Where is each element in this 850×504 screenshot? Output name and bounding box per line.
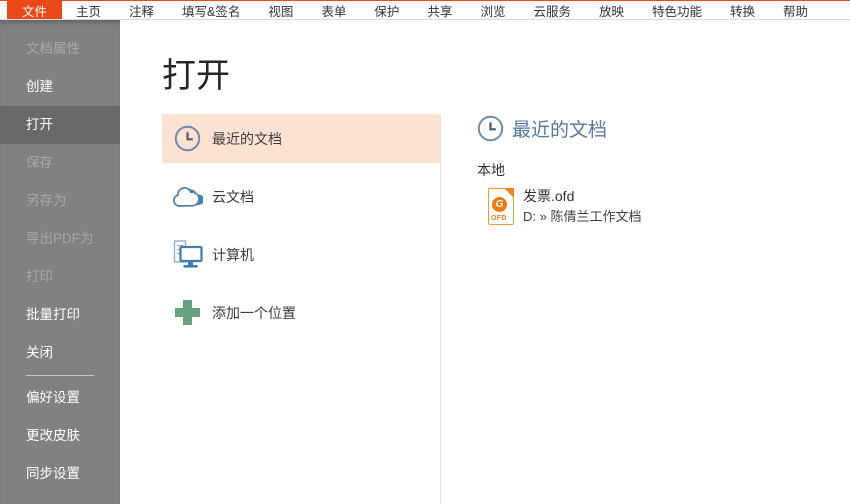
open-item-recent-documents[interactable]: 最近的文档 [162, 114, 440, 163]
sidebar-item-export-pdf: 导出PDF为 [26, 231, 94, 246]
recent-group-local: 本地 [477, 162, 505, 178]
ofd-file-icon: G OFD [488, 188, 514, 225]
open-item-cloud-documents[interactable]: 云文档 [162, 172, 440, 221]
menu-bar: 文件 主页 注释 填写&签名 视图 表单 保护 共享 浏览 云服务 放映 特色功… [0, 0, 850, 20]
sidebar-item-create[interactable]: 创建 [0, 68, 120, 106]
folded-corner-icon [504, 188, 514, 198]
open-item-add-place[interactable]: 添加一个位置 [162, 288, 440, 337]
sidebar-item-change-skin[interactable]: 更改皮肤 [0, 417, 120, 455]
open-item-label: 计算机 [212, 246, 254, 263]
sidebar-item-print: 打印 [26, 269, 53, 284]
tab-protect[interactable]: 保护 [360, 1, 413, 19]
open-item-label: 云文档 [212, 188, 254, 205]
open-item-computer[interactable]: 计算机 [162, 230, 440, 279]
open-location-list: 最近的文档 云文档 计算机 添加一个位置 [162, 114, 440, 337]
tab-browse[interactable]: 浏览 [466, 1, 519, 19]
sidebar-item-save-as: 另存为 [26, 193, 67, 208]
app-window: 文件 主页 注释 填写&签名 视图 表单 保护 共享 浏览 云服务 放映 特色功… [0, 0, 850, 504]
plus-icon [172, 299, 203, 326]
open-item-label: 添加一个位置 [212, 304, 296, 321]
recent-documents-panel: 最近的文档 本地 G OFD 发票.ofd D: » 陈倩兰工作文档 [477, 115, 827, 225]
cloud-icon [172, 186, 203, 208]
panel-divider [440, 114, 441, 504]
tab-slideshow[interactable]: 放映 [585, 1, 638, 19]
tab-share[interactable]: 共享 [413, 1, 466, 19]
tab-convert[interactable]: 转换 [716, 1, 769, 19]
sidebar-item-doc-properties: 文档属性 [26, 41, 80, 56]
clock-icon [477, 115, 504, 142]
tab-home[interactable]: 主页 [62, 1, 115, 19]
open-item-label: 最近的文档 [212, 130, 282, 147]
backstage-sidebar: 文档属性 创建 打开 保存 另存为 导出PDF为 打印 批量打印 关闭 偏好设置… [0, 20, 120, 504]
tab-help[interactable]: 帮助 [769, 1, 822, 19]
computer-icon [172, 240, 203, 269]
recent-file-path: D: » 陈倩兰工作文档 [523, 209, 642, 224]
tab-fill-sign[interactable]: 填写&签名 [168, 1, 254, 19]
clock-icon [172, 125, 203, 152]
tab-special-features[interactable]: 特色功能 [638, 1, 716, 19]
backstage-body: 文档属性 创建 打开 保存 另存为 导出PDF为 打印 批量打印 关闭 偏好设置… [0, 20, 850, 504]
sidebar-item-save: 保存 [26, 155, 53, 170]
sidebar-item-preferences[interactable]: 偏好设置 [0, 379, 120, 417]
tab-cloud-service[interactable]: 云服务 [519, 1, 585, 19]
sidebar-item-batch-print[interactable]: 批量打印 [0, 296, 120, 334]
tab-form[interactable]: 表单 [307, 1, 360, 19]
recent-file-item[interactable]: G OFD 发票.ofd D: » 陈倩兰工作文档 [488, 188, 827, 225]
recent-file-name: 发票.ofd [523, 188, 575, 204]
tab-comment[interactable]: 注释 [115, 1, 168, 19]
ofd-type-badge: OFD [491, 215, 507, 222]
recent-panel-title: 最近的文档 [512, 119, 608, 141]
ofd-logo-badge: G [492, 197, 507, 212]
recent-file-text: 发票.ofd D: » 陈倩兰工作文档 [523, 188, 641, 224]
tab-file[interactable]: 文件 [7, 1, 63, 19]
sidebar-item-sync-settings[interactable]: 同步设置 [0, 455, 120, 493]
sidebar-divider [26, 375, 94, 376]
sidebar-item-close[interactable]: 关闭 [0, 334, 120, 372]
open-page: 打开 最近的文档 云文档 计算机 添加一个位置 最近的文档 本地 G OFD 发… [120, 20, 850, 504]
sidebar-item-open[interactable]: 打开 [0, 106, 120, 144]
tab-view[interactable]: 视图 [254, 1, 307, 19]
page-title: 打开 [162, 56, 230, 96]
recent-panel-header: 最近的文档 [477, 115, 827, 142]
